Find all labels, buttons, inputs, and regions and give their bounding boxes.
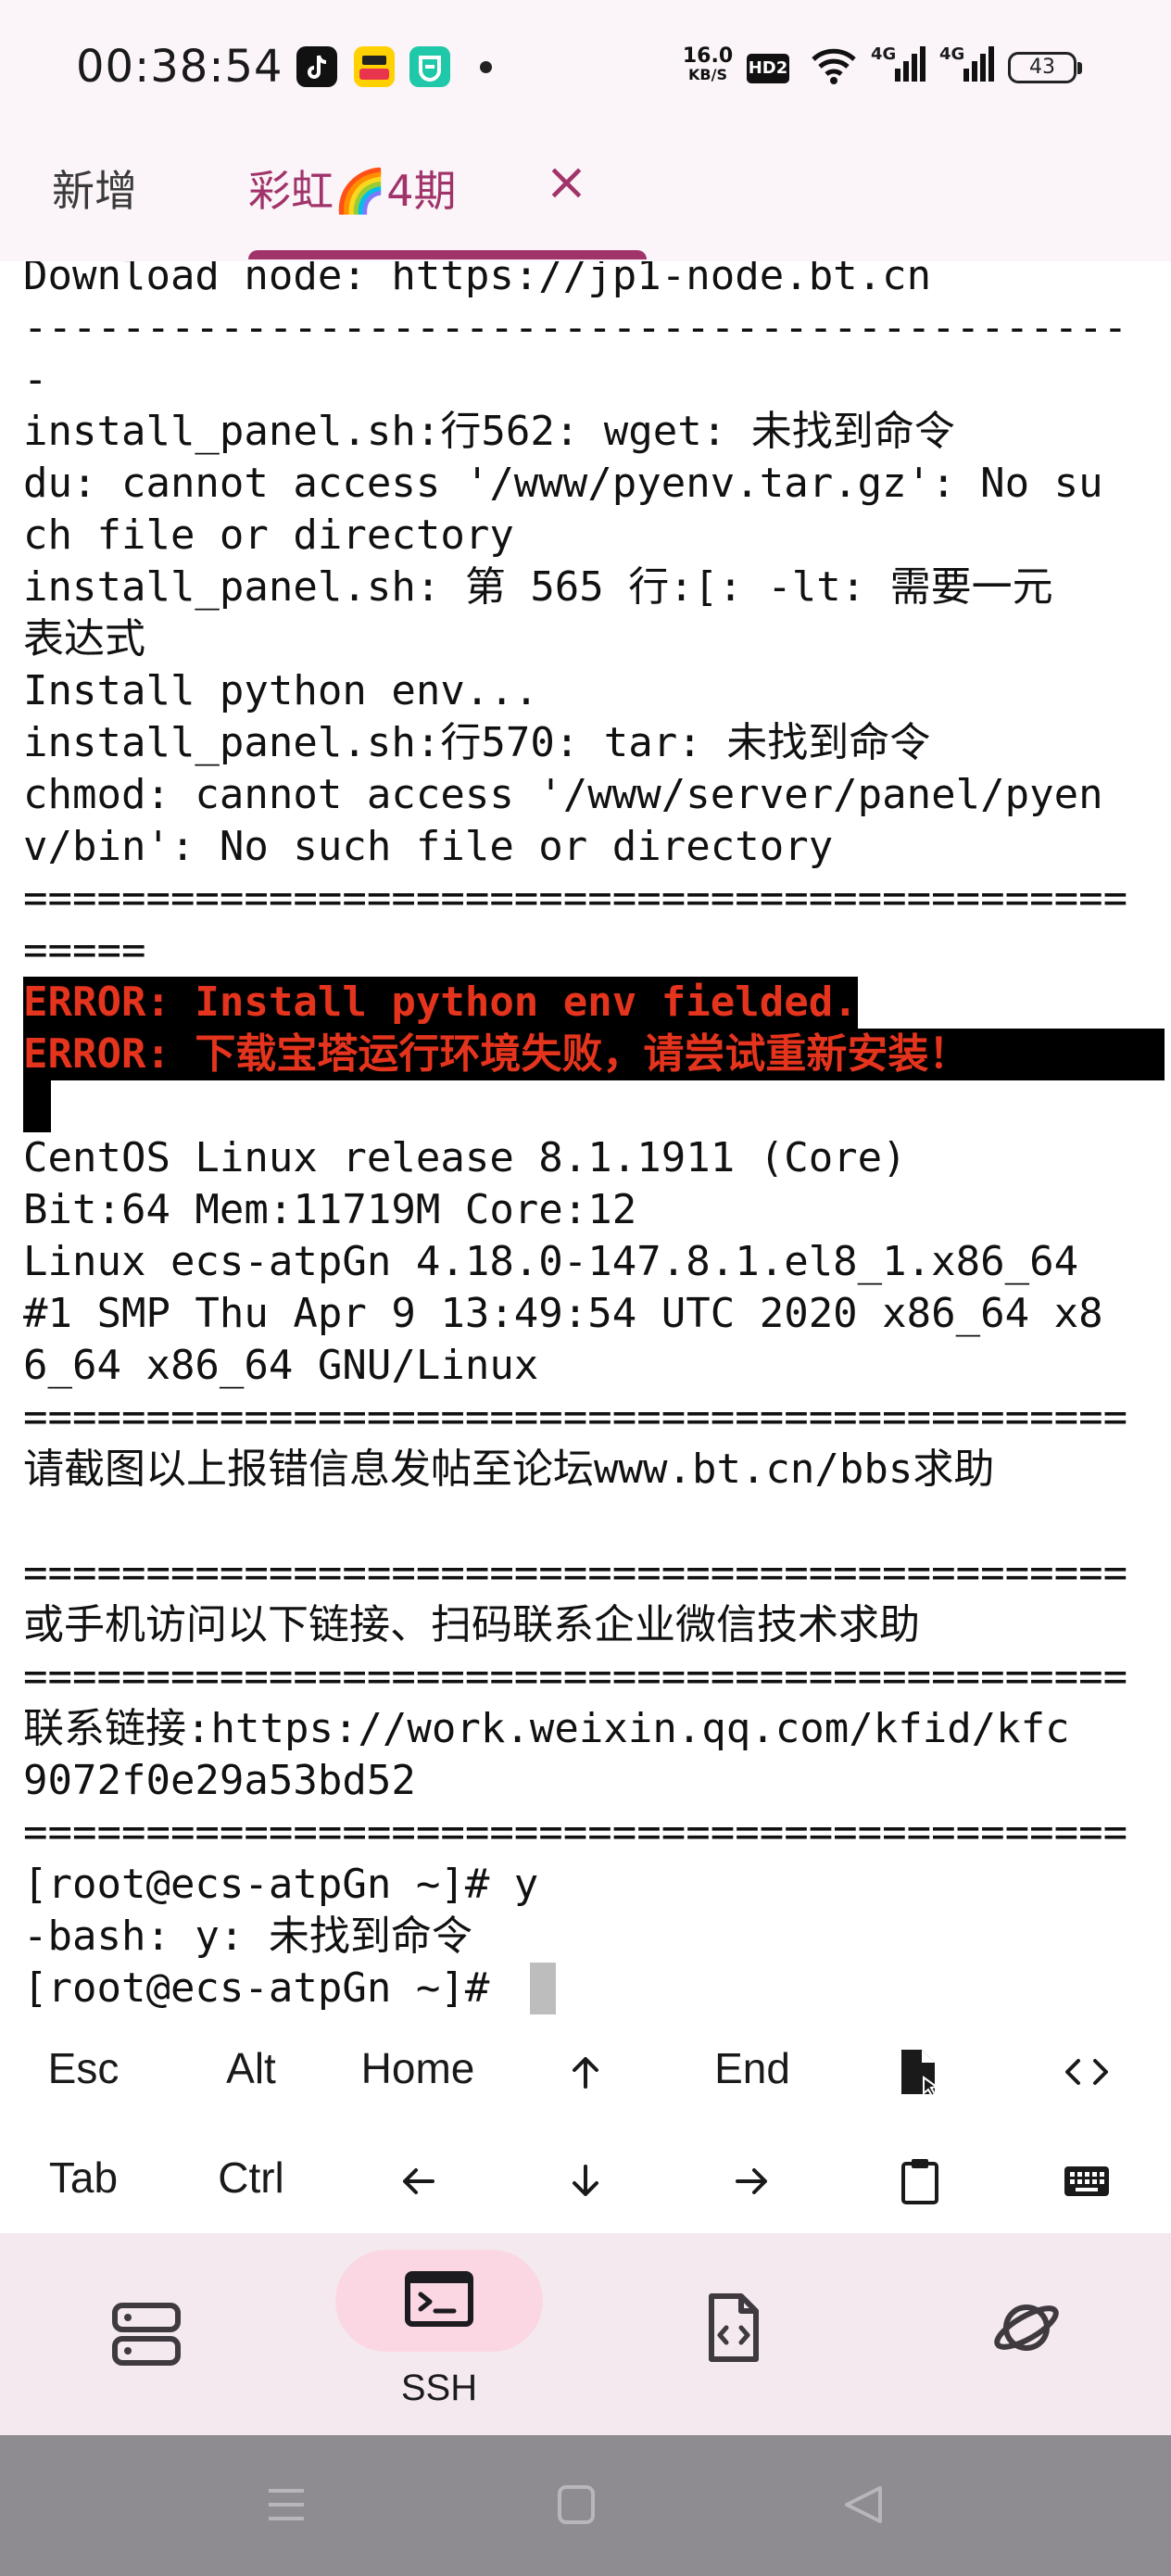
- terminal-line: install_panel.sh: 第 565 行:[: -lt: 需要一元: [23, 563, 1053, 611]
- notification-dot: [480, 61, 492, 73]
- terminal-line: ========================================…: [23, 875, 1128, 922]
- speed-unit: KB/S: [688, 66, 727, 83]
- arrow-left-key[interactable]: [334, 2131, 501, 2224]
- arrow-right-icon: [736, 2167, 767, 2194]
- signal-label: 4G: [871, 44, 897, 64]
- terminal-line: install_panel.sh:行570: tar: 未找到命令: [23, 719, 931, 766]
- terminal-line: install_panel.sh:行562: wget: 未找到命令: [23, 408, 955, 455]
- esc-key[interactable]: Esc: [0, 2022, 167, 2115]
- terminal-line: [root@ecs-atpGn ~]# y: [23, 1861, 539, 1908]
- status-time: 00:38:54: [76, 41, 283, 93]
- clipboard-key[interactable]: [837, 2131, 1003, 2224]
- terminal-line: chmod: cannot access '/www/server/panel/…: [23, 771, 1103, 818]
- nav-explore[interactable]: [878, 2233, 1171, 2435]
- terminal-block-cursor: [23, 1080, 51, 1132]
- terminal-line: 9072f0e29a53bd52: [23, 1757, 416, 1804]
- terminal-error-line: ERROR: 下载宝塔运行环境失败，请尝试重新安装！: [23, 1029, 1165, 1080]
- terminal-output[interactable]: Download node: https://jp1-node.bt.cn --…: [0, 261, 1171, 2022]
- code-file-icon: [709, 2293, 759, 2362]
- terminal-icon: [405, 2271, 473, 2327]
- nav-ssh-label: SSH: [400, 2368, 478, 2408]
- cellular-signal-icon: 4G: [871, 44, 926, 89]
- nav-ssh[interactable]: SSH: [293, 2233, 586, 2435]
- terminal-line: Bit:64 Mem:11719M Core:12: [23, 1186, 637, 1233]
- file-upload-icon: [901, 2049, 939, 2098]
- menu-icon[interactable]: [265, 2483, 308, 2526]
- arrow-up-icon: [573, 2056, 598, 2089]
- system-navigation-bar: [0, 2435, 1171, 2576]
- tab-new[interactable]: 新增: [52, 158, 137, 219]
- bottom-navigation: SSH: [0, 2233, 1171, 2435]
- mi-home-icon: [409, 46, 450, 87]
- ctrl-key[interactable]: Ctrl: [168, 2131, 334, 2224]
- planet-icon: [994, 2305, 1059, 2351]
- close-tab-button[interactable]: ×: [545, 152, 588, 212]
- home-icon[interactable]: [556, 2483, 597, 2526]
- terminal-error-line: ERROR: Install python env fielded.: [23, 977, 858, 1029]
- terminal-line: 联系链接:https://work.weixin.qq.com/kfid/kfc: [23, 1705, 1070, 1752]
- cellular-signal-icon: 4G: [939, 44, 995, 89]
- terminal-line: #1 SMP Thu Apr 9 13:49:54 UTC 2020 x86_6…: [23, 1290, 1103, 1337]
- alt-key[interactable]: Alt: [168, 2022, 334, 2115]
- signal-label: 4G: [939, 44, 965, 64]
- terminal-cursor: [530, 1963, 556, 2014]
- terminal-line: Download node: https://jp1-node.bt.cn: [23, 261, 932, 299]
- terminal-prompt-line: [root@ecs-atpGn ~]#: [23, 1964, 514, 2012]
- terminal-line: 请截图以上报错信息发帖至论坛www.bt.cn/bbs求助: [23, 1446, 995, 1493]
- speed-value: 16.0: [682, 44, 734, 68]
- terminal-line: ========================================…: [23, 1653, 1128, 1700]
- code-key[interactable]: [1003, 2022, 1170, 2115]
- wifi-icon: [810, 44, 858, 89]
- tab-key[interactable]: Tab: [0, 2131, 167, 2224]
- home-key[interactable]: Home: [334, 2022, 501, 2115]
- tiktok-icon: [296, 46, 337, 87]
- end-key[interactable]: End: [669, 2022, 836, 2115]
- back-icon[interactable]: [841, 2483, 886, 2526]
- nav-files[interactable]: [586, 2233, 878, 2435]
- terminal-line: ch file or directory: [23, 511, 514, 559]
- arrow-left-icon: [403, 2167, 434, 2194]
- clipboard-icon: [901, 2158, 938, 2204]
- status-bar: 00:38:54 16.0 KB/S HD2 4G 4G 43: [0, 0, 1171, 139]
- terminal-line: v/bin': No such file or directory: [23, 823, 834, 870]
- terminal-line: -: [23, 356, 48, 403]
- terminal-line: =====: [23, 927, 146, 974]
- arrow-down-icon: [573, 2164, 598, 2196]
- battery-indicator: 43: [1008, 52, 1082, 83]
- arrow-right-key[interactable]: [669, 2131, 836, 2224]
- terminal-line: ========================================…: [23, 1809, 1128, 1856]
- terminal-line: ----------------------------------------…: [23, 304, 1128, 351]
- nav-servers[interactable]: [0, 2233, 293, 2435]
- terminal-line: 表达式: [23, 615, 145, 663]
- terminal-line: Install python env...: [23, 667, 539, 714]
- arrow-down-key[interactable]: [502, 2131, 669, 2224]
- session-tab-bar: 新增 彩虹🌈4期 ×: [0, 139, 1171, 261]
- server-icon: [112, 2303, 181, 2366]
- terminal-line: 或手机访问以下链接、扫码联系企业微信技术求助: [23, 1601, 920, 1648]
- terminal-line: Linux ecs-atpGn 4.18.0-147.8.1.el8_1.x86…: [23, 1238, 1079, 1285]
- file-upload-key[interactable]: [837, 2022, 1003, 2115]
- meituan-icon: [354, 46, 395, 87]
- extra-keys-bar: Esc Alt Home End Tab Ctrl: [0, 2022, 1171, 2233]
- keyboard-key[interactable]: [1003, 2131, 1170, 2224]
- terminal-line: ========================================…: [23, 1394, 1128, 1441]
- hd-badge: HD2: [747, 54, 789, 83]
- network-speed: 16.0 KB/S: [680, 46, 736, 83]
- active-tab-indicator: [248, 250, 647, 259]
- terminal-line: ========================================…: [23, 1549, 1128, 1597]
- tab-active-session[interactable]: 彩虹🌈4期: [248, 158, 457, 219]
- code-icon: [1065, 2058, 1108, 2085]
- terminal-line: CentOS Linux release 8.1.1911 (Core): [23, 1134, 907, 1181]
- keyboard-icon: [1064, 2166, 1109, 2196]
- terminal-line: du: cannot access '/www/pyenv.tar.gz': N…: [23, 460, 1103, 507]
- terminal-line: 6_64 x86_64 GNU/Linux: [23, 1342, 539, 1389]
- terminal-line: -bash: y: 未找到命令: [23, 1913, 472, 1960]
- arrow-up-key[interactable]: [502, 2022, 669, 2115]
